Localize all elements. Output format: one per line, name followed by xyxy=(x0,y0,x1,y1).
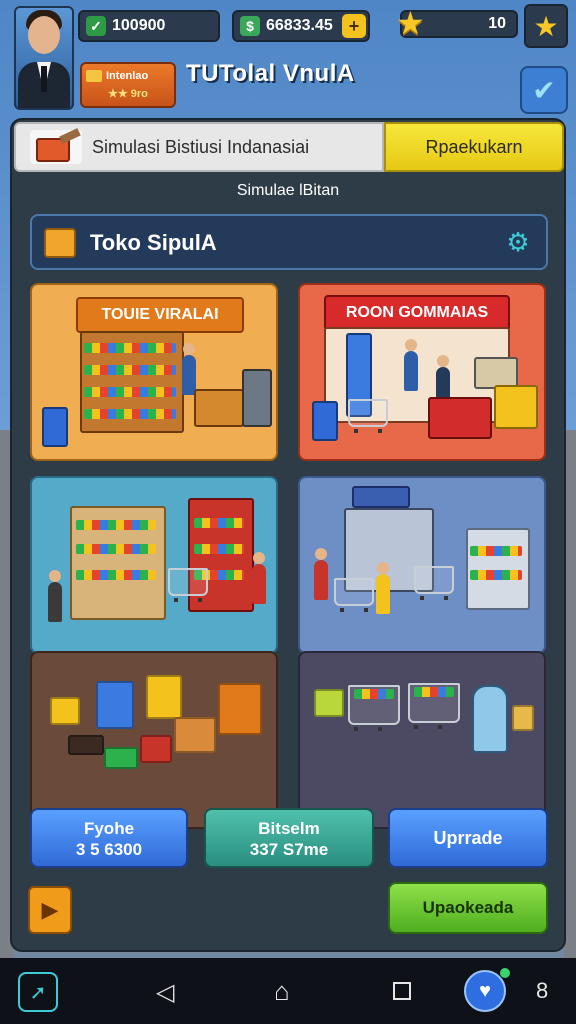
player-avatar[interactable] xyxy=(14,6,74,110)
upgrade-button[interactable]: Uprrade xyxy=(388,808,548,868)
goods-row xyxy=(84,387,176,397)
tab-simulation[interactable]: Simulasi Bistiusi Indanasiai xyxy=(14,122,384,172)
product-box xyxy=(140,735,172,763)
tab-action-button[interactable]: Rpaekukarn xyxy=(384,122,564,172)
stars-value: 10 xyxy=(488,15,506,32)
cart-goods xyxy=(354,689,394,699)
store-sign-2: ROON GOMMAIAS xyxy=(324,295,510,331)
product-boxes xyxy=(494,385,538,429)
goods-row xyxy=(194,544,244,554)
upaokeada-button[interactable]: Upaokeada xyxy=(388,882,548,934)
product-box xyxy=(104,747,138,769)
store-card-6[interactable] xyxy=(298,651,546,829)
share-icon[interactable]: ➚ xyxy=(18,972,58,1012)
shopping-cart xyxy=(414,566,454,600)
confirm-button[interactable]: ✔ xyxy=(520,66,568,114)
customer-figure xyxy=(376,562,390,614)
goods-row xyxy=(470,570,522,580)
more-icon[interactable]: 8 xyxy=(536,978,548,1004)
cash-counter[interactable]: ✓ 100900 xyxy=(78,10,220,42)
goods-row xyxy=(76,544,156,554)
store-card-4[interactable] xyxy=(298,476,546,654)
money-counter[interactable]: $ 66833.45 + xyxy=(232,10,370,42)
tab-bar: Simulasi Bistiusi Indanasiai Rpaekukarn xyxy=(12,122,568,174)
truck-icon xyxy=(30,130,82,164)
goods-row xyxy=(194,518,244,528)
star-icon: ★ xyxy=(396,5,425,41)
product-box xyxy=(218,683,262,735)
recent-apps-icon[interactable] xyxy=(393,982,411,1000)
badge-line2: ★★ 9ro xyxy=(108,88,148,100)
product-box xyxy=(50,697,80,725)
shopping-cart xyxy=(168,568,208,602)
bitselm-label: Bitselm xyxy=(258,819,320,838)
play-button[interactable]: ▶ xyxy=(28,886,72,934)
money-value: 66833.45 xyxy=(266,17,333,34)
badge-icon xyxy=(86,70,102,82)
game-title: TUTolal VnulA xyxy=(186,60,355,87)
star-button[interactable]: ★ xyxy=(524,4,568,48)
home-icon[interactable]: ⌂ xyxy=(274,976,290,1007)
store-sign-1: TOUIE VIRALAI xyxy=(76,297,244,333)
shield-app-icon[interactable]: ♥ xyxy=(464,970,506,1012)
store-card-2[interactable]: ROON GOMMAIAS xyxy=(298,283,546,461)
tab-simulation-label: Simulasi Bistiusi Indanasiai xyxy=(92,136,310,157)
product-box xyxy=(174,717,216,753)
recycle-bin xyxy=(472,685,508,753)
badge-line1: Intenlao xyxy=(106,70,149,82)
worker-figure xyxy=(48,570,62,622)
section-subtitle: Simulae lBitan xyxy=(236,182,340,199)
avatar-tie xyxy=(41,66,47,92)
fyohe-value: 3 5 6300 xyxy=(75,840,143,859)
trash-bin xyxy=(312,401,338,441)
bitselm-value: 337 S7me xyxy=(249,840,329,859)
store-header[interactable]: Toko SipulA ⚙ xyxy=(30,214,548,270)
product-box xyxy=(146,675,182,719)
goods-row xyxy=(84,343,176,353)
customer-figure xyxy=(314,548,328,600)
metal-shelf xyxy=(466,528,530,610)
red-counter xyxy=(428,397,492,439)
goods-row xyxy=(84,409,176,419)
level-badge[interactable]: Intenlao ★★ 9ro xyxy=(80,62,176,108)
store-header-label: Toko SipulA xyxy=(90,230,217,255)
avatar-face xyxy=(28,16,60,54)
system-nav-bar: ➚ ◁ ⌂ ♥ 8 xyxy=(0,958,576,1024)
product-box xyxy=(314,689,344,717)
machine-sign xyxy=(352,486,410,508)
cash-icon: ✓ xyxy=(86,16,106,36)
product-box xyxy=(96,681,134,729)
product-box xyxy=(68,735,104,755)
checkout-counter xyxy=(194,389,244,427)
back-icon[interactable]: ◁ xyxy=(156,978,174,1007)
store-card-5[interactable] xyxy=(30,651,278,829)
shopping-cart xyxy=(348,399,388,433)
store-box-icon xyxy=(44,228,76,258)
notification-dot xyxy=(500,968,510,978)
goods-row xyxy=(470,546,522,556)
clerk-figure xyxy=(404,339,418,391)
bitselm-button[interactable]: Bitselm 337 S7me xyxy=(204,808,374,868)
gear-icon[interactable]: ⚙ xyxy=(504,228,532,256)
goods-row xyxy=(84,365,176,375)
shopper-figure xyxy=(252,552,266,604)
goods-row xyxy=(76,570,156,580)
shopping-cart xyxy=(334,578,374,612)
banknote-icon: $ xyxy=(240,16,260,36)
trash-bin xyxy=(42,407,68,447)
cash-value: 100900 xyxy=(112,17,166,34)
atm-machine xyxy=(242,369,272,427)
cart-goods xyxy=(414,687,454,697)
fyohe-button[interactable]: Fyohe 3 5 6300 xyxy=(30,808,188,868)
product-box xyxy=(512,705,534,731)
goods-row xyxy=(76,520,156,530)
fyohe-label: Fyohe xyxy=(83,819,135,838)
store-card-3[interactable] xyxy=(30,476,278,654)
add-money-button[interactable]: + xyxy=(342,14,366,38)
store-card-1[interactable]: TOUIE VIRALAI xyxy=(30,283,278,461)
